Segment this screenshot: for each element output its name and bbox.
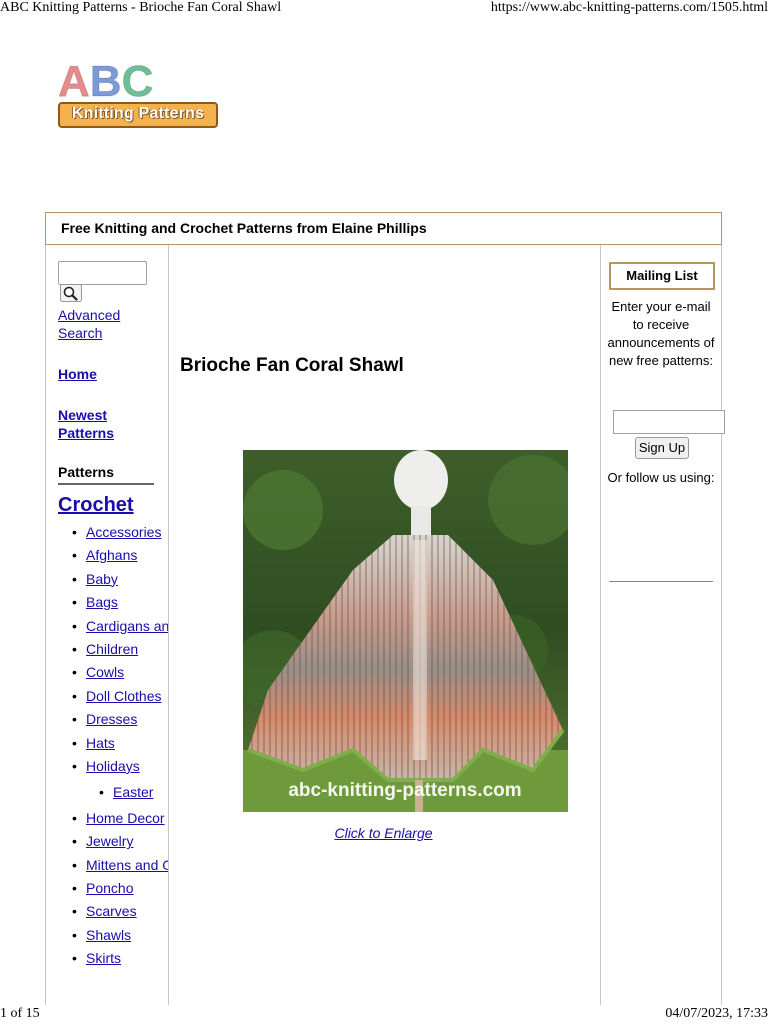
category-link[interactable]: Baby	[86, 571, 118, 587]
photo-watermark: abc-knitting-patterns.com	[288, 780, 521, 801]
category-item: Home Decor	[72, 809, 168, 832]
category-item: Mittens and G	[72, 856, 168, 879]
patterns-divider	[58, 483, 154, 485]
advanced-search-link[interactable]: Advanced Search	[58, 306, 138, 342]
category-link[interactable]: Poncho	[86, 880, 133, 896]
nav-home-link[interactable]: Home	[58, 366, 97, 382]
category-item: Baby	[72, 570, 168, 593]
category-link[interactable]: Bags	[86, 594, 118, 610]
follow-us-text: Or follow us using:	[607, 470, 715, 485]
right-divider	[609, 581, 713, 582]
shawl-photo[interactable]: abc-knitting-patterns.com	[243, 450, 568, 812]
category-link[interactable]: Holidays	[86, 758, 140, 774]
logo-tagline: Knitting Patterns	[58, 102, 218, 128]
site-logo[interactable]: A B C Knitting Patterns	[58, 57, 218, 128]
category-link[interactable]: Dresses	[86, 711, 137, 727]
category-list: Accessories Afghans Baby Bags Cardigans and C…	[72, 523, 168, 973]
category-item: Afghans	[72, 546, 168, 569]
category-link[interactable]: Hats	[86, 735, 115, 751]
category-item: Holidays	[72, 757, 168, 783]
logo-letters: A B C	[58, 57, 154, 106]
email-field[interactable]	[613, 410, 725, 434]
category-item: Jewelry	[72, 832, 168, 855]
category-item: Accessories	[72, 523, 168, 546]
mailing-description: Enter your e-mail to receive announcemen…	[607, 299, 715, 368]
banner-title: Free Knitting and Crochet Patterns from …	[61, 220, 427, 236]
search-icon	[60, 284, 82, 302]
category-link[interactable]: Cowls	[86, 664, 124, 680]
mailing-list-title: Mailing List	[609, 262, 715, 290]
category-link[interactable]: Children	[86, 641, 138, 657]
category-link[interactable]: Jewelry	[86, 833, 133, 849]
print-page-count: 1 of 15	[0, 1006, 40, 1021]
category-item: Children	[72, 640, 168, 663]
category-link[interactable]: Shawls	[86, 927, 131, 943]
logo-letter-a: A	[58, 57, 91, 106]
print-page-title: ABC Knitting Patterns - Brioche Fan Cora…	[0, 0, 282, 15]
shawl-image: abc-knitting-patterns.com	[243, 450, 568, 812]
category-item: Scarves	[72, 902, 168, 925]
right-sidebar: Mailing List Enter your e-mail to receiv…	[600, 245, 725, 1005]
category-item: Cowls	[72, 663, 168, 686]
nav-newest-patterns-link[interactable]: Newest Patterns	[58, 406, 128, 442]
category-item: Doll Clothes	[72, 687, 168, 710]
crochet-category-link[interactable]: Crochet	[58, 494, 134, 517]
category-item: Shawls	[72, 926, 168, 949]
category-item: Cardigans and	[72, 617, 168, 640]
main-content: Brioche Fan Coral Shawl abc-knitting-pat…	[168, 245, 599, 1005]
category-link[interactable]: Afghans	[86, 547, 137, 563]
category-item: Hats	[72, 734, 168, 757]
print-url: https://www.abc-knitting-patterns.com/15…	[490, 0, 768, 15]
category-link[interactable]: Mittens and G	[86, 857, 168, 873]
main-frame: Free Knitting and Crochet Patterns from …	[45, 212, 725, 1005]
print-date-time: 04/07/2023, 17:33	[665, 1006, 768, 1021]
category-link[interactable]: Home Decor	[86, 810, 165, 826]
pattern-title: Brioche Fan Coral Shawl	[180, 355, 404, 376]
category-link[interactable]: Cardigans and	[86, 618, 168, 634]
category-item: Poncho	[72, 879, 168, 902]
category-item: Bags	[72, 593, 168, 616]
search-input[interactable]	[58, 261, 147, 285]
patterns-heading: Patterns	[58, 464, 115, 480]
print-footer: 1 of 15 04/07/2023, 17:33	[0, 1006, 768, 1024]
category-item: Skirts	[72, 949, 168, 972]
category-link[interactable]: Accessories	[86, 524, 161, 540]
search-button[interactable]	[60, 284, 82, 302]
click-to-enlarge-link[interactable]: Click to Enlarge	[334, 825, 432, 841]
category-link[interactable]: Easter	[113, 784, 153, 800]
print-header: ABC Knitting Patterns - Brioche Fan Cora…	[0, 0, 768, 18]
category-link[interactable]: Skirts	[86, 950, 121, 966]
category-item: Easter	[72, 783, 168, 809]
category-link[interactable]: Scarves	[86, 903, 137, 919]
category-link[interactable]: Doll Clothes	[86, 688, 161, 704]
left-sidebar: Advanced Search Home Newest Patterns Pat…	[45, 245, 169, 1005]
sign-up-button[interactable]: Sign Up	[635, 437, 689, 459]
logo-letter-b: B	[89, 57, 122, 106]
logo-letter-c: C	[121, 57, 154, 106]
category-item: Dresses	[72, 710, 168, 733]
site-banner: Free Knitting and Crochet Patterns from …	[45, 212, 722, 245]
